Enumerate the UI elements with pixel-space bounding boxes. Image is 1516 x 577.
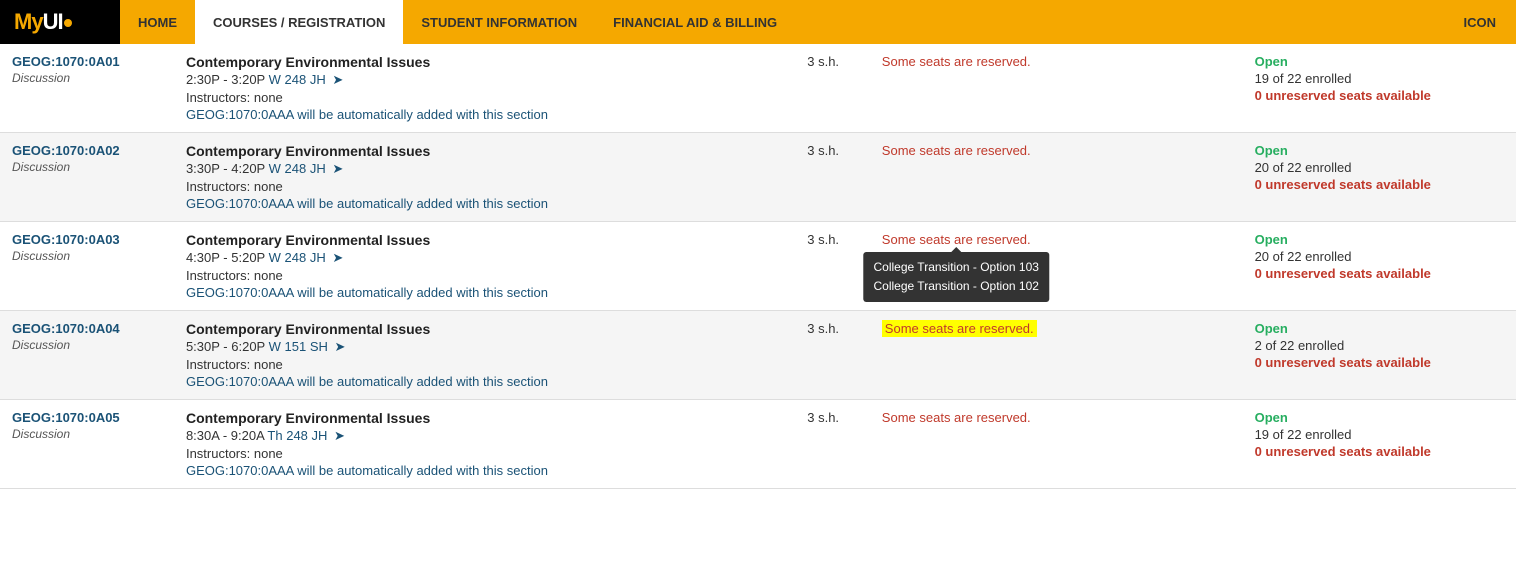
unreserved-seats: 0 unreserved seats available xyxy=(1255,177,1504,192)
enrolled-count: 20 of 22 enrolled xyxy=(1255,160,1504,175)
day-room: Th 248 JH xyxy=(267,428,327,443)
day-room: W 151 SH xyxy=(269,339,328,354)
table-row: GEOG:1070:0A02 Discussion Contemporary E… xyxy=(0,133,1516,222)
course-auto-add: GEOG:1070:0AAA will be automatically add… xyxy=(186,107,783,122)
course-status: Open xyxy=(1255,321,1504,336)
unreserved-seats: 0 unreserved seats available xyxy=(1255,444,1504,459)
course-table: GEOG:1070:0A01 Discussion Contemporary E… xyxy=(0,44,1516,489)
tooltip-line-2: College Transition - Option 102 xyxy=(874,277,1039,296)
course-type: Discussion xyxy=(12,160,162,174)
course-id-link[interactable]: GEOG:1070:0A04 xyxy=(12,321,162,336)
day-room: W 248 JH xyxy=(269,72,326,87)
credit-hours: 3 s.h. xyxy=(807,410,839,425)
nav-item-home[interactable]: HOME xyxy=(120,0,195,44)
course-instructor: Instructors: none xyxy=(186,90,783,105)
course-title: Contemporary Environmental Issues xyxy=(186,54,783,70)
enrolled-count: 20 of 22 enrolled xyxy=(1255,249,1504,264)
day-room: W 248 JH xyxy=(269,161,326,176)
credit-hours: 3 s.h. xyxy=(807,54,839,69)
course-status: Open xyxy=(1255,54,1504,69)
course-auto-add: GEOG:1070:0AAA will be automatically add… xyxy=(186,463,783,478)
course-status: Open xyxy=(1255,410,1504,425)
seats-reserved: Some seats are reserved. xyxy=(882,54,1031,69)
course-title: Contemporary Environmental Issues xyxy=(186,143,783,159)
table-row: GEOG:1070:0A05 Discussion Contemporary E… xyxy=(0,400,1516,489)
enrolled-count: 19 of 22 enrolled xyxy=(1255,71,1504,86)
day-room: W 248 JH xyxy=(269,250,326,265)
course-id-link[interactable]: GEOG:1070:0A01 xyxy=(12,54,162,69)
course-id-link[interactable]: GEOG:1070:0A02 xyxy=(12,143,162,158)
tooltip-container: Some seats are reserved. College Transit… xyxy=(882,232,1031,247)
course-type: Discussion xyxy=(12,71,162,85)
nav-item-courses[interactable]: COURSES / REGISTRATION xyxy=(195,0,403,44)
unreserved-seats: 0 unreserved seats available xyxy=(1255,355,1504,370)
time-text: 8:30A - 9:20A xyxy=(186,428,264,443)
course-title: Contemporary Environmental Issues xyxy=(186,321,783,337)
enrolled-count: 19 of 22 enrolled xyxy=(1255,427,1504,442)
nav-items: HOME COURSES / REGISTRATION STUDENT INFO… xyxy=(120,0,1444,44)
navigation-arrow-icon[interactable]: ➤ xyxy=(332,250,343,266)
course-title: Contemporary Environmental Issues xyxy=(186,232,783,248)
navigation-arrow-icon[interactable]: ➤ xyxy=(332,72,343,88)
course-instructor: Instructors: none xyxy=(186,179,783,194)
navigation-arrow-icon[interactable]: ➤ xyxy=(335,339,346,355)
course-auto-add: GEOG:1070:0AAA will be automatically add… xyxy=(186,196,783,211)
course-id-link[interactable]: GEOG:1070:0A03 xyxy=(12,232,162,247)
course-id-link[interactable]: GEOG:1070:0A05 xyxy=(12,410,162,425)
course-type: Discussion xyxy=(12,249,162,263)
time-text: 2:30P - 3:20P xyxy=(186,72,265,87)
credit-hours: 3 s.h. xyxy=(807,321,839,336)
seats-reserved: Some seats are reserved. xyxy=(882,232,1031,247)
course-time: 3:30P - 4:20P W 248 JH ➤ xyxy=(186,161,783,177)
course-instructor: Instructors: none xyxy=(186,446,783,461)
credit-hours: 3 s.h. xyxy=(807,143,839,158)
course-status: Open xyxy=(1255,143,1504,158)
course-type: Discussion xyxy=(12,338,162,352)
course-instructor: Instructors: none xyxy=(186,357,783,372)
course-status: Open xyxy=(1255,232,1504,247)
seats-reserved: Some seats are reserved. xyxy=(882,143,1031,158)
time-text: 4:30P - 5:20P xyxy=(186,250,265,265)
course-instructor: Instructors: none xyxy=(186,268,783,283)
navigation-arrow-icon[interactable]: ➤ xyxy=(332,161,343,177)
course-type: Discussion xyxy=(12,427,162,441)
course-time: 4:30P - 5:20P W 248 JH ➤ xyxy=(186,250,783,266)
navbar: MyUI HOME COURSES / REGISTRATION STUDENT… xyxy=(0,0,1516,44)
table-row: GEOG:1070:0A01 Discussion Contemporary E… xyxy=(0,44,1516,133)
credit-hours: 3 s.h. xyxy=(807,232,839,247)
logo[interactable]: MyUI xyxy=(0,0,120,44)
nav-item-student[interactable]: STUDENT INFORMATION xyxy=(403,0,595,44)
course-time: 8:30A - 9:20A Th 248 JH ➤ xyxy=(186,428,783,444)
navigation-arrow-icon[interactable]: ➤ xyxy=(334,428,345,444)
time-text: 3:30P - 4:20P xyxy=(186,161,265,176)
navbar-icon[interactable]: ICON xyxy=(1444,0,1516,44)
seats-reserved: Some seats are reserved. xyxy=(882,410,1031,425)
table-row: GEOG:1070:0A04 Discussion Contemporary E… xyxy=(0,311,1516,400)
unreserved-seats: 0 unreserved seats available xyxy=(1255,88,1504,103)
unreserved-seats: 0 unreserved seats available xyxy=(1255,266,1504,281)
nav-item-financial[interactable]: FINANCIAL AID & BILLING xyxy=(595,0,795,44)
seats-reserved-highlighted: Some seats are reserved. xyxy=(882,320,1037,337)
tooltip-box: College Transition - Option 103 College … xyxy=(864,252,1049,302)
course-time: 5:30P - 6:20P W 151 SH ➤ xyxy=(186,339,783,355)
course-auto-add: GEOG:1070:0AAA will be automatically add… xyxy=(186,374,783,389)
course-time: 2:30P - 3:20P W 248 JH ➤ xyxy=(186,72,783,88)
table-row: GEOG:1070:0A03 Discussion Contemporary E… xyxy=(0,222,1516,311)
enrolled-count: 2 of 22 enrolled xyxy=(1255,338,1504,353)
time-text: 5:30P - 6:20P xyxy=(186,339,265,354)
course-title: Contemporary Environmental Issues xyxy=(186,410,783,426)
tooltip-line-1: College Transition - Option 103 xyxy=(874,258,1039,277)
course-auto-add: GEOG:1070:0AAA will be automatically add… xyxy=(186,285,783,300)
